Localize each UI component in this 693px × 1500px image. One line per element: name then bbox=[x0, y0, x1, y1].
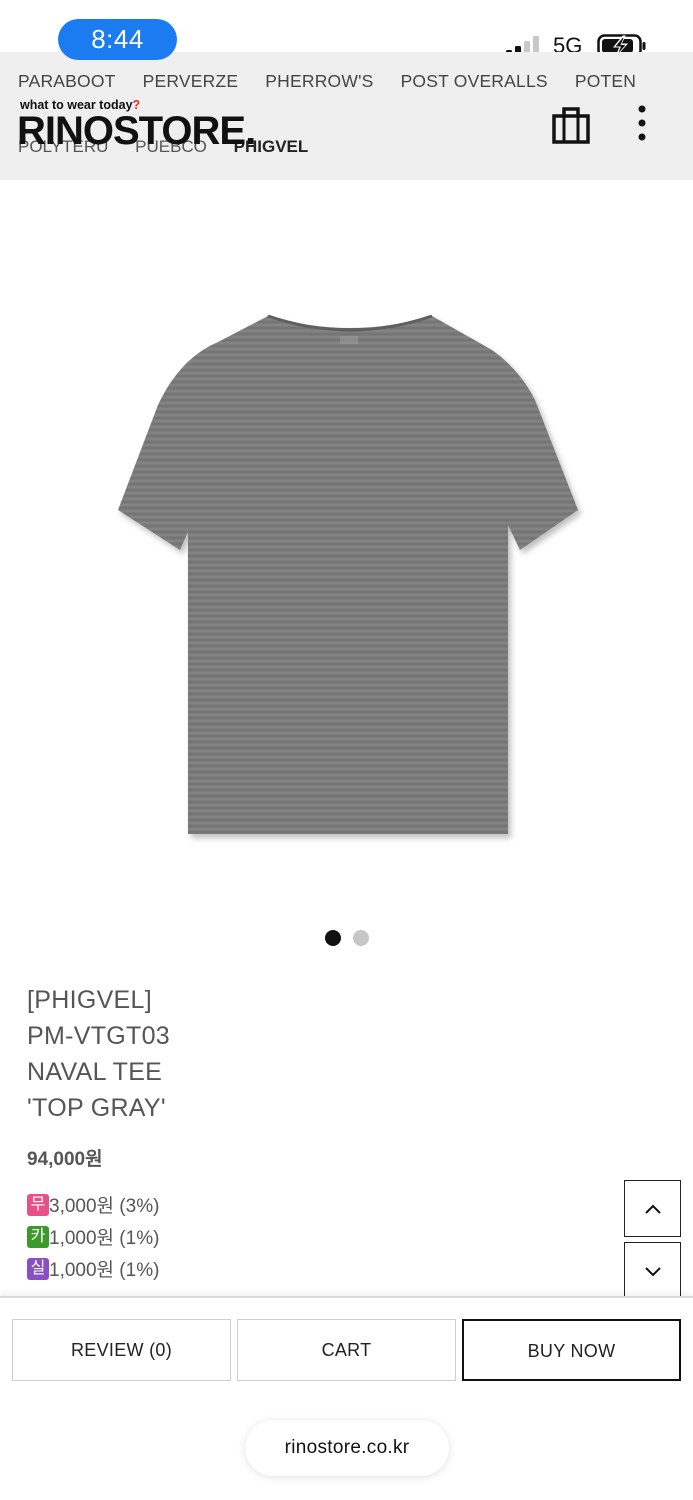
product-title-line: 'TOP GRAY' bbox=[27, 1094, 166, 1122]
point-row: 무 3,000원 (3%) bbox=[27, 1194, 159, 1220]
more-vertical-icon[interactable] bbox=[630, 105, 654, 145]
point-text: 1,000원 (1%) bbox=[49, 1228, 160, 1249]
point-row: 카 1,000원 (1%) bbox=[27, 1226, 159, 1252]
product-image[interactable] bbox=[100, 300, 600, 860]
chevron-down-icon bbox=[645, 1267, 661, 1277]
status-bar: 8:44 5G bbox=[0, 0, 693, 60]
carousel-dots bbox=[325, 930, 375, 946]
brand-link[interactable]: PERVERZE bbox=[143, 71, 239, 91]
point-text: 3,000원 (3%) bbox=[49, 1196, 160, 1217]
chevron-up-icon bbox=[645, 1204, 661, 1214]
point-row: 실 1,000원 (1%) bbox=[27, 1258, 159, 1284]
product-title: [PHIGVEL] PM-VTGT03 NAVAL TEE 'TOP GRAY' bbox=[27, 982, 427, 1126]
brand-link[interactable]: PHERROW'S bbox=[265, 71, 373, 91]
brand-nav-row-1: PARABOOT PERVERZE PHERROW'S POST OVERALL… bbox=[18, 71, 658, 92]
buy-now-button[interactable]: BUY NOW bbox=[462, 1319, 681, 1381]
brand-link[interactable]: POST OVERALLS bbox=[401, 71, 548, 91]
status-time[interactable]: 8:44 bbox=[58, 19, 177, 60]
carousel-dot[interactable] bbox=[325, 930, 341, 946]
point-badge: 실 bbox=[27, 1258, 49, 1281]
point-text: 1,000원 (1%) bbox=[49, 1260, 160, 1281]
browser-url-bar[interactable]: rinostore.co.kr bbox=[245, 1420, 449, 1476]
cart-button[interactable]: CART bbox=[237, 1319, 456, 1381]
site-logo[interactable]: RINOSTORE. bbox=[17, 108, 256, 154]
product-price: 94,000원 bbox=[27, 1149, 103, 1170]
point-badge: 카 bbox=[27, 1226, 49, 1249]
site-header: PARABOOT PERVERZE PHERROW'S POST OVERALL… bbox=[0, 52, 693, 180]
product-title-line: PM-VTGT03 bbox=[27, 1022, 170, 1050]
product-title-line: NAVAL TEE bbox=[27, 1058, 163, 1086]
bottom-action-bar: REVIEW (0) CART BUY NOW rinostore.co.kr bbox=[0, 1296, 693, 1500]
brand-link[interactable]: POTEN bbox=[575, 71, 636, 91]
brand-link[interactable]: PARABOOT bbox=[18, 71, 116, 91]
product-title-line: [PHIGVEL] bbox=[27, 986, 152, 1014]
shopping-bag-icon[interactable] bbox=[551, 105, 591, 145]
scroll-down-button[interactable] bbox=[624, 1242, 681, 1299]
carousel-dot[interactable] bbox=[353, 930, 369, 946]
review-button[interactable]: REVIEW (0) bbox=[12, 1319, 231, 1381]
point-badge: 무 bbox=[27, 1194, 49, 1217]
scroll-up-button[interactable] bbox=[624, 1180, 681, 1237]
